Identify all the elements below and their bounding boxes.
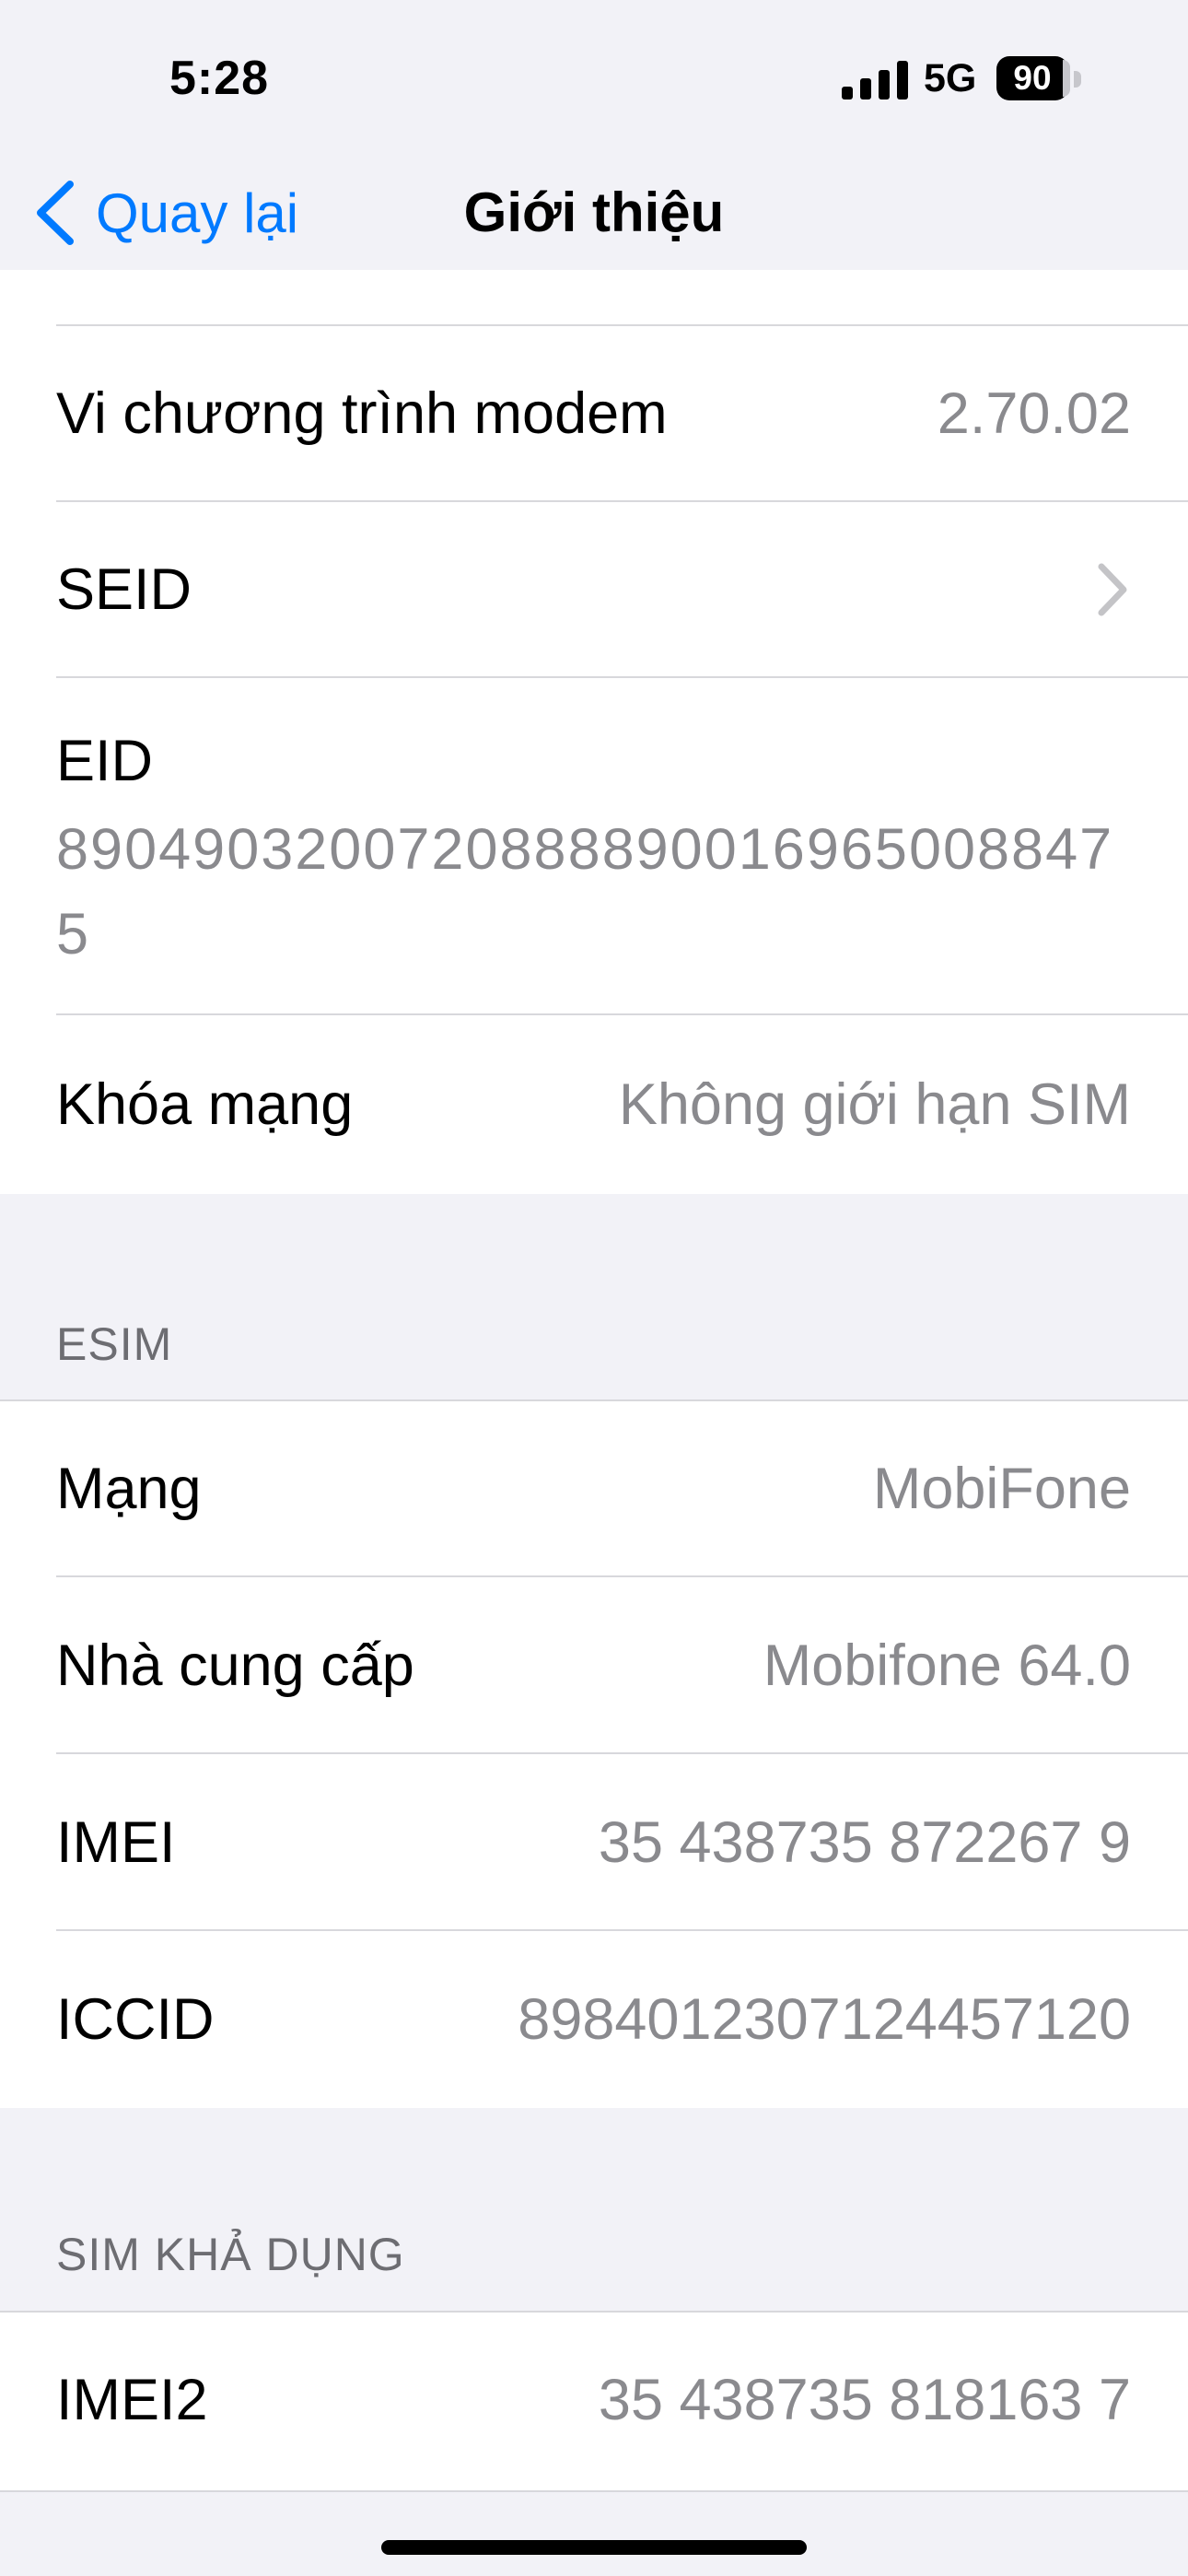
row-value: 35 438735 818163 7 <box>598 2368 1131 2432</box>
section-header-esim: ESIM <box>56 1318 173 1370</box>
status-time: 5:28 <box>169 52 270 105</box>
row-value: 35 438735 872267 9 <box>598 1810 1131 1875</box>
row-label: Vi chương trình modem <box>56 381 668 446</box>
row-separator <box>56 1752 1188 1754</box>
page-title: Giới thiệu <box>463 181 725 243</box>
row-value: 89049032007208888900169650088475 <box>56 817 1114 966</box>
row-network-lock: Khóa mạng Không giới hạn SIM <box>0 1015 1188 1194</box>
row-carrier: Nhà cung cấp Mobifone 64.0 <box>0 1578 1188 1754</box>
row-network: Mạng MobiFone <box>0 1401 1188 1577</box>
about-group: Vi chương trình modem 2.70.02 SEID EID 8… <box>0 270 1188 1194</box>
row-value: Mobifone 64.0 <box>763 1633 1131 1698</box>
cellular-signal-icon <box>842 61 908 100</box>
battery-tip <box>1074 71 1081 88</box>
row-imei: IMEI 35 438735 872267 9 <box>0 1755 1188 1931</box>
row-separator <box>56 1929 1188 1931</box>
battery-level: 90 <box>996 56 1070 100</box>
row-value: MobiFone <box>872 1457 1131 1521</box>
row-label: EID <box>56 729 154 793</box>
row-label: Mạng <box>56 1457 202 1521</box>
row-value: 2.70.02 <box>937 381 1131 446</box>
section-header-available-sim: SIM KHẢ DỤNG <box>56 2229 405 2280</box>
row-label: IMEI2 <box>56 2368 208 2432</box>
row-label: SEID <box>56 557 192 622</box>
row-imei2: IMEI2 35 438735 818163 7 <box>0 2313 1188 2488</box>
home-indicator[interactable] <box>381 2540 807 2555</box>
network-type: 5G <box>924 56 977 100</box>
row-label: Khóa mạng <box>56 1072 354 1137</box>
status-bar: 5:28 5G 90 <box>0 0 1188 157</box>
row-label: IMEI <box>56 1810 176 1875</box>
esim-group: Mạng MobiFone Nhà cung cấp Mobifone 64.0… <box>0 1399 1188 2108</box>
row-seid[interactable]: SEID <box>0 502 1188 678</box>
row-eid: EID 89049032007208888900169650088475 <box>0 678 1188 1015</box>
row-value: 8984012307124457120 <box>518 1987 1131 2052</box>
available-sim-group: IMEI2 35 438735 818163 7 <box>0 2311 1188 2492</box>
row-separator <box>56 1575 1188 1577</box>
chevron-right-icon <box>1098 563 1127 616</box>
row-label: ICCID <box>56 1987 215 2052</box>
battery-icon: 90 <box>996 56 1081 102</box>
row-modem-firmware: Vi chương trình modem 2.70.02 <box>0 326 1188 502</box>
row-iccid: ICCID 8984012307124457120 <box>0 1932 1188 2108</box>
row-value: Không giới hạn SIM <box>618 1072 1131 1137</box>
navigation-bar: Quay lại Giới thiệu <box>0 157 1188 272</box>
row-label: Nhà cung cấp <box>56 1633 414 1698</box>
